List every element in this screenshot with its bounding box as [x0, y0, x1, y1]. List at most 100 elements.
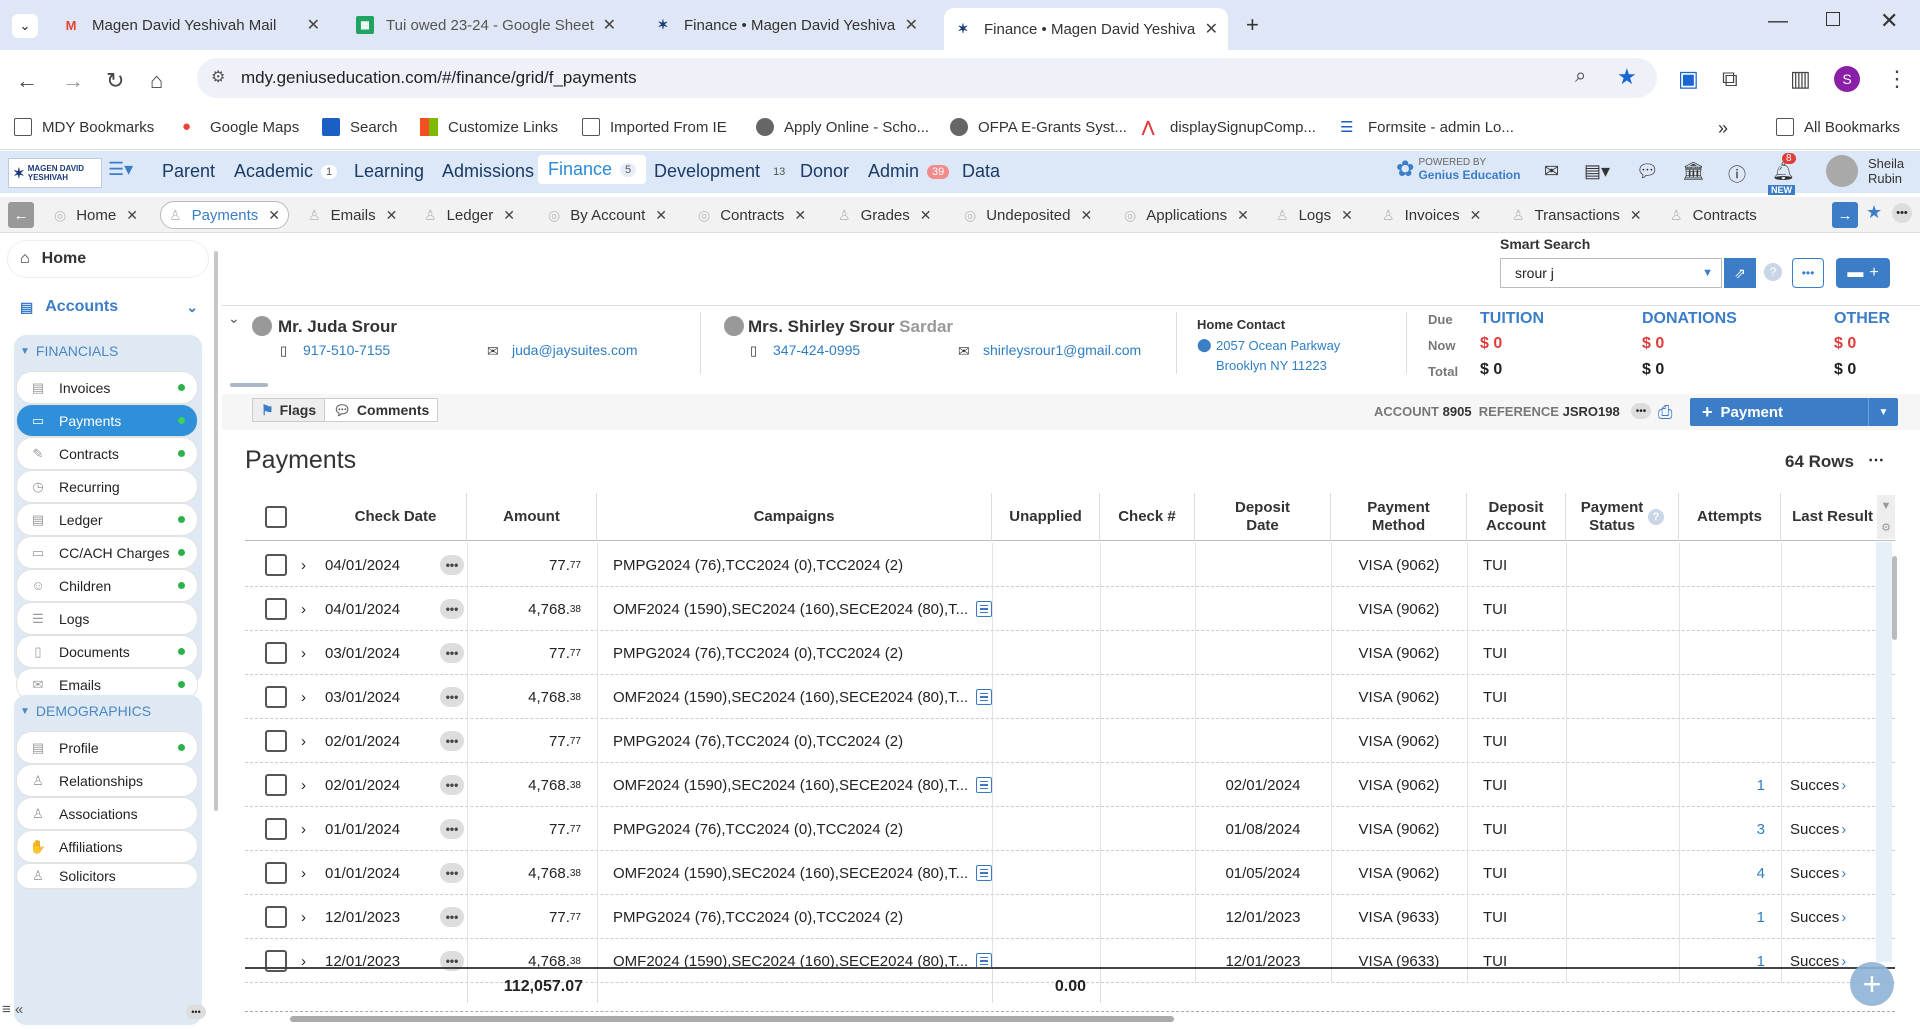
attempts-link[interactable]: 1	[1757, 777, 1765, 794]
table-row[interactable]: › 12/01/2023 ••• 77. 77 PMPG2024 (76),TCC2024…	[245, 895, 1895, 939]
col-check-date[interactable]: Check Date	[325, 493, 467, 541]
tabs-scroll-left-icon[interactable]: ←	[8, 202, 34, 228]
close-icon[interactable]: ✕	[794, 207, 806, 224]
tab-transactions[interactable]: ♙ Transactions ✕	[1512, 201, 1642, 229]
url-text[interactable]: mdy.geniuseducation.com/#/finance/grid/f…	[241, 68, 637, 88]
close-icon[interactable]: ✕	[905, 15, 918, 35]
sidebar-item-children[interactable]: ☺ Children	[17, 570, 197, 601]
zoom-icon[interactable]: ⌕	[1575, 65, 1586, 88]
attempts-link[interactable]: 1	[1757, 909, 1765, 926]
chevron-right-icon[interactable]: ›	[1841, 865, 1846, 882]
tab-grades[interactable]: ♙ Grades ✕	[838, 201, 932, 229]
chevron-right-icon[interactable]: ›	[1841, 821, 1846, 838]
demographics-header[interactable]: ▼ DEMOGRAPHICS	[20, 703, 151, 719]
expand-chevron-icon[interactable]: ›	[301, 807, 306, 851]
table-row[interactable]: › 01/01/2024 ••• 77. 77 PMPG2024 (76),TCC2024…	[245, 807, 1895, 851]
help-icon[interactable]: ⓘ	[1728, 161, 1746, 187]
parent1-phone[interactable]: 917-510-7155	[303, 342, 390, 358]
sidebar-item-cc-ach[interactable]: ▭ CC/ACH Charges	[17, 537, 197, 568]
col-attempts[interactable]: Attempts	[1679, 493, 1781, 541]
favorite-star-icon[interactable]: ★	[1866, 202, 1882, 223]
tab-logs[interactable]: ♙ Logs ✕	[1276, 201, 1353, 229]
nav-academic[interactable]: Academic 1	[234, 161, 338, 182]
filter-icon[interactable]: ▼	[1881, 500, 1892, 512]
parent1-name[interactable]: Mr. Juda Srour	[278, 317, 397, 337]
col-check-number[interactable]: Check #	[1100, 493, 1195, 541]
sidebar-item-invoices[interactable]: ▤ Invoices	[17, 372, 197, 403]
row-checkbox[interactable]	[265, 818, 287, 840]
bookmark-formsite[interactable]: ☰ Formsite - admin Lo...	[1340, 118, 1514, 137]
nav-admissions[interactable]: Admissions	[442, 161, 534, 182]
address-bar[interactable]: ⚙ mdy.geniuseducation.com/#/finance/grid…	[197, 58, 1657, 98]
table-row[interactable]: › 03/01/2024 ••• 77. 77 PMPG2024 (76),TCC2024…	[245, 631, 1895, 675]
close-icon[interactable]: ✕	[1080, 207, 1092, 224]
sidebar-item-logs[interactable]: ☰ Logs	[17, 603, 197, 634]
table-row[interactable]: › 04/01/2024 ••• 77. 77 PMPG2024 (76),TCC2024…	[245, 543, 1895, 587]
printer-icon[interactable]: ⎙	[1658, 402, 1672, 423]
comments-button[interactable]: 💬︎ Comments	[325, 399, 438, 421]
row-menu-icon[interactable]: •••	[440, 687, 464, 707]
row-menu-icon[interactable]: •••	[440, 907, 464, 927]
expand-chevron-icon[interactable]: ›	[301, 631, 306, 675]
sidebar-item-relationships[interactable]: ♙ Relationships	[17, 765, 197, 796]
search-more-button[interactable]: •••	[1792, 258, 1824, 288]
settings-icon[interactable]: ⚙	[1881, 521, 1891, 534]
user-avatar[interactable]	[1826, 155, 1858, 187]
sidebar-more-icon[interactable]: •••	[186, 1005, 206, 1019]
sidebar-item-payments[interactable]: ▭ Payments	[17, 405, 197, 436]
table-row[interactable]: › 02/01/2024 ••• 4,768. 38 OMF2024 (1590),SEC…	[245, 763, 1895, 807]
close-icon[interactable]: ✕	[1237, 207, 1249, 224]
sidebar-item-ledger[interactable]: ▤ Ledger	[17, 504, 197, 535]
tab-by-account[interactable]: ◎ By Account ✕	[548, 201, 667, 229]
table-row[interactable]: › 04/01/2024 ••• 4,768. 38 OMF2024 (1590),SEC…	[245, 587, 1895, 631]
row-menu-icon[interactable]: •••	[440, 599, 464, 619]
close-icon[interactable]: ✕	[1341, 207, 1353, 224]
floating-add-button[interactable]: +	[1850, 962, 1894, 1006]
parent2-phone[interactable]: 347-424-0995	[773, 342, 860, 358]
window-close-icon[interactable]: ✕	[1880, 8, 1898, 34]
col-unapplied[interactable]: Unapplied	[992, 493, 1100, 541]
parent2-name[interactable]: Mrs. Shirley Srour Sardar	[748, 317, 953, 337]
row-menu-icon[interactable]: •••	[440, 643, 464, 663]
sidebar-item-solicitors[interactable]: ♙ Solicitors	[17, 864, 197, 888]
smart-search-input[interactable]: srour j ▼	[1500, 258, 1722, 288]
close-icon[interactable]: ✕	[268, 207, 280, 224]
notes-icon[interactable]	[976, 689, 992, 705]
table-row[interactable]: › 02/01/2024 ••• 77. 77 PMPG2024 (76),TCC2024…	[245, 719, 1895, 763]
col-deposit-date[interactable]: Deposit Date	[1195, 493, 1331, 541]
bookmark-star-icon[interactable]: ★	[1617, 64, 1637, 90]
add-account-button[interactable]: ▬ +	[1836, 258, 1890, 288]
add-payment-button[interactable]: + Payment ▼	[1690, 398, 1898, 426]
flags-button[interactable]: ⚑ Flags	[253, 399, 326, 421]
notes-icon[interactable]	[976, 601, 992, 617]
financials-header[interactable]: ▼ FINANCIALS	[20, 343, 118, 359]
grid-more-icon[interactable]: ⋯	[1868, 450, 1884, 470]
close-icon[interactable]: ✕	[1470, 207, 1482, 224]
sidebar-item-recurring[interactable]: ◷ Recurring	[17, 471, 197, 502]
sidebar-item-documents[interactable]: ▯ Documents	[17, 636, 197, 667]
tab-ledger[interactable]: ♙ Ledger ✕	[424, 201, 515, 229]
close-icon[interactable]: ✕	[307, 15, 320, 35]
row-menu-icon[interactable]: •••	[440, 555, 464, 575]
new-tab-icon[interactable]: +	[1246, 12, 1259, 38]
bell-icon[interactable]: 🔔︎	[1772, 161, 1795, 182]
close-icon[interactable]: ✕	[386, 207, 398, 224]
building-icon[interactable]: 🏛︎	[1682, 161, 1705, 182]
row-menu-icon[interactable]: •••	[440, 863, 464, 883]
expand-chevron-icon[interactable]: ›	[301, 543, 306, 587]
close-icon[interactable]: ✕	[603, 15, 616, 35]
tab-invoices[interactable]: ♙ Invoices ✕	[1382, 201, 1481, 229]
row-checkbox[interactable]	[265, 686, 287, 708]
close-icon[interactable]: ✕	[126, 207, 138, 224]
browser-menu-icon[interactable]: ⋮	[1886, 66, 1908, 92]
collapse-chevron-icon[interactable]: ⌄	[228, 310, 240, 327]
close-icon[interactable]: ✕	[503, 207, 515, 224]
expand-chevron-icon[interactable]: ›	[301, 675, 306, 719]
sidebar-accounts[interactable]: ▤ Accounts ⌄	[8, 289, 208, 325]
bookmark-mdy[interactable]: MDY Bookmarks	[14, 118, 154, 136]
nav-data[interactable]: Data	[962, 161, 1000, 182]
tab-undeposited[interactable]: ◎ Undeposited ✕	[964, 201, 1092, 229]
column-tools[interactable]: ▼ ⚙	[1877, 495, 1895, 539]
tab-payments[interactable]: ♙ Payments ✕	[160, 201, 289, 229]
tab-home[interactable]: ◎ Home ✕	[54, 201, 138, 229]
